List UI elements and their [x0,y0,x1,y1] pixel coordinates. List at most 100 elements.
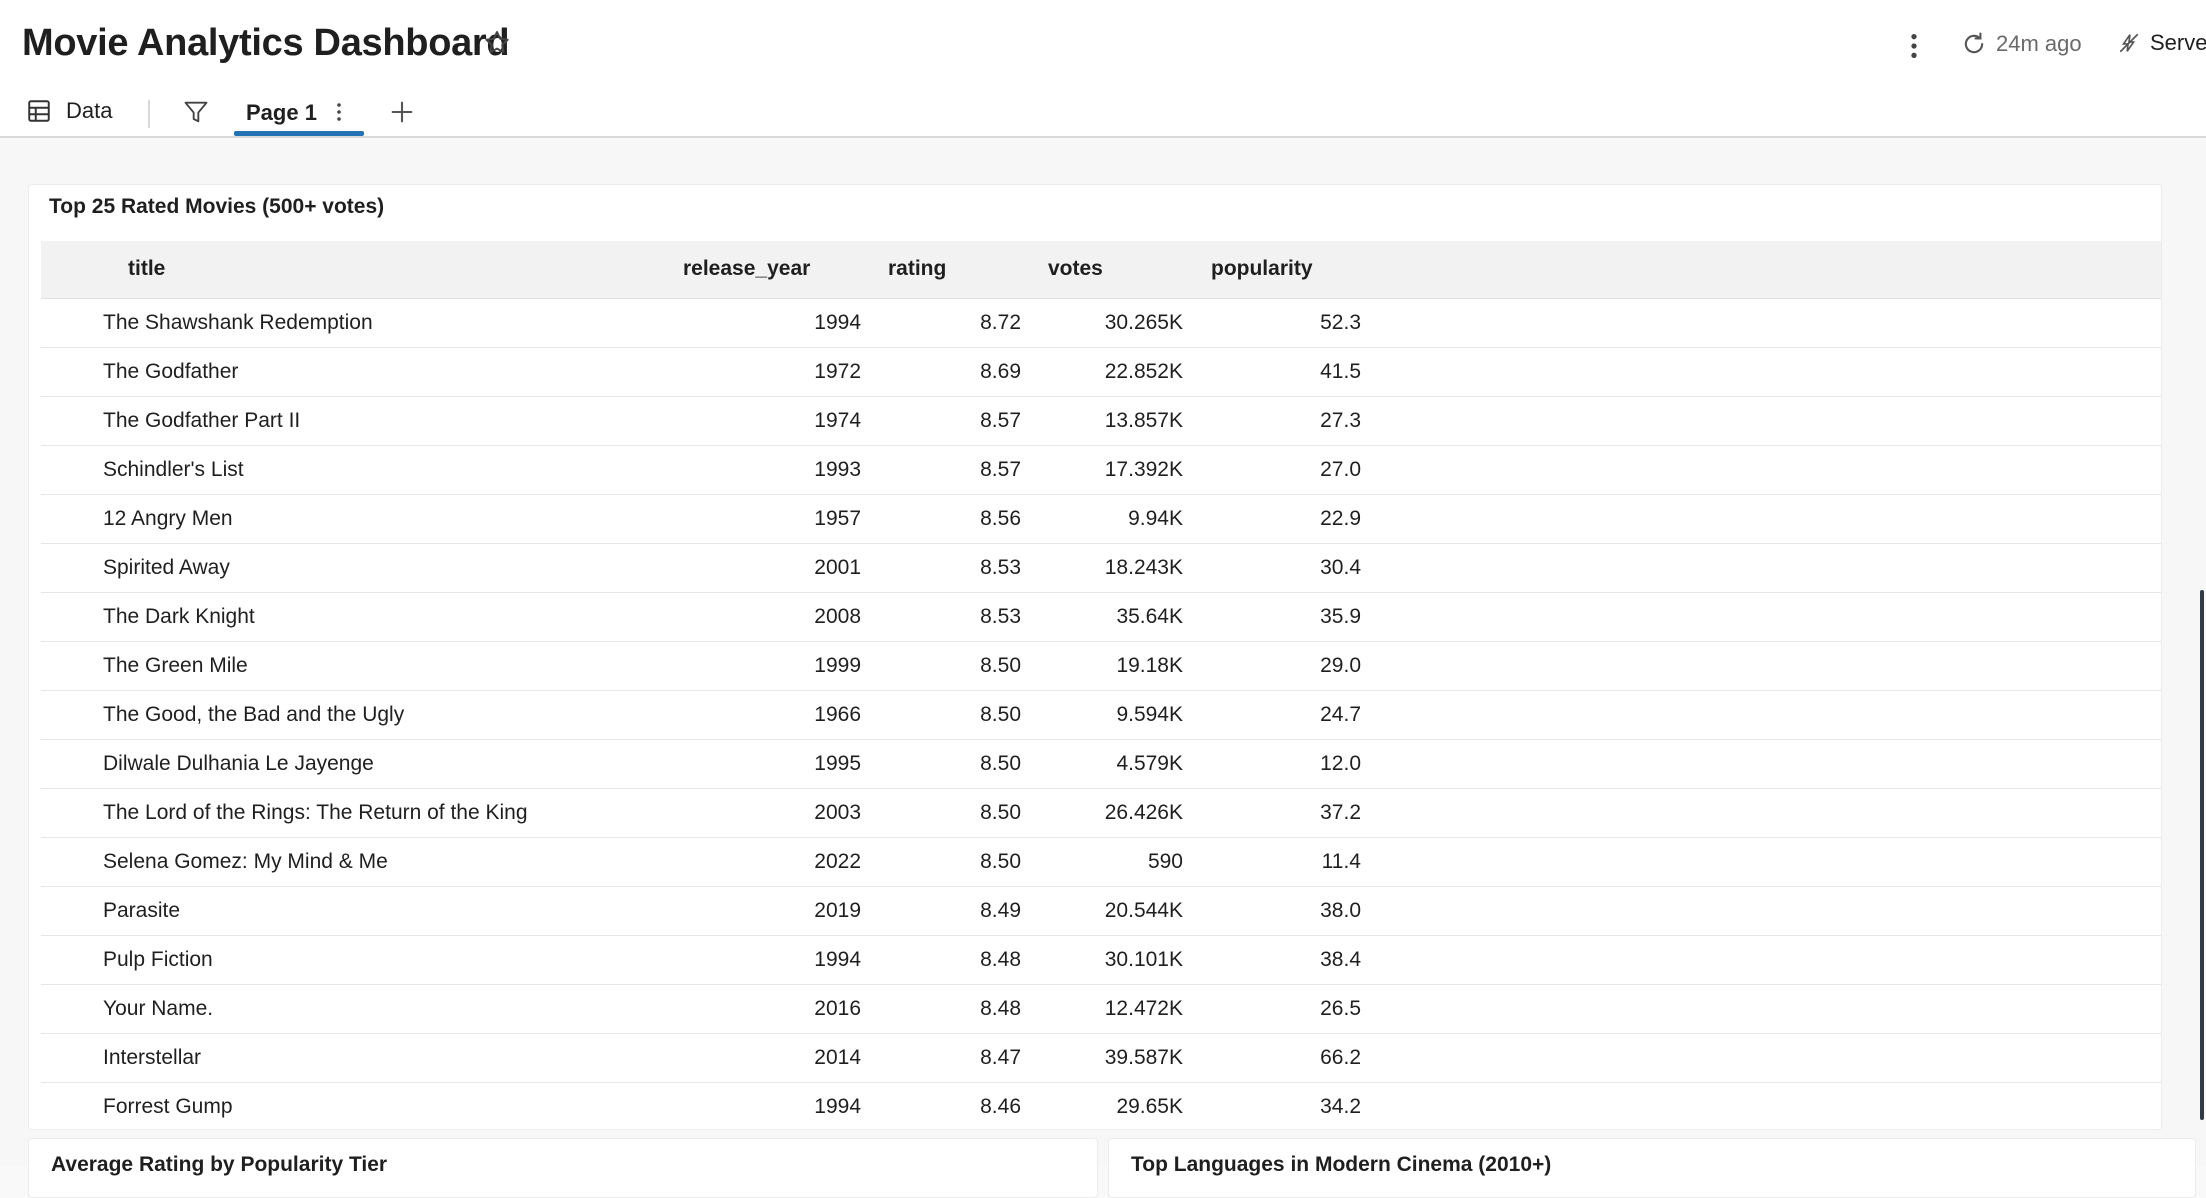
tab-bar: Data Page 1 [0,92,2206,138]
cell-rating: 8.56 [980,507,1021,530]
cell-popularity: 12.0 [1320,752,1361,775]
column-header-votes[interactable]: votes [1048,257,1103,281]
cell-popularity: 29.0 [1320,654,1361,677]
cell-popularity: 24.7 [1320,703,1361,726]
cell-title: Schindler's List [103,458,244,481]
table-row[interactable]: 12 Angry Men 1957 8.56 9.94K 22.9 [41,495,2161,544]
cell-votes: 26.426K [1104,801,1183,824]
cell-release-year: 1974 [814,409,861,432]
table-row[interactable]: Selena Gomez: My Mind & Me 2022 8.50 590 11.… [41,838,2161,887]
table-row[interactable]: The Godfather Part II 1974 8.57 13.857K 27.3 [41,397,2161,446]
column-header-release-year[interactable]: release_year [683,257,810,281]
cell-title: Parasite [103,899,181,922]
cell-popularity: 38.4 [1320,948,1361,971]
cell-votes: 13.857K [1104,409,1183,432]
cell-release-year: 1972 [814,360,861,383]
cell-title: Pulp Fiction [103,948,213,971]
cell-votes: 12.472K [1104,997,1183,1020]
table-row[interactable]: The Dark Knight 2008 8.53 35.64K 35.9 [41,593,2161,642]
cell-popularity: 34.2 [1320,1095,1361,1118]
cell-release-year: 1994 [814,311,861,334]
page-title: Movie Analytics Dashboard [22,22,510,64]
cell-title: The Dark Knight [103,605,255,628]
table-row[interactable]: Parasite 2019 8.49 20.544K 38.0 [41,887,2161,936]
cell-rating: 8.53 [980,556,1021,579]
table-row[interactable]: Pulp Fiction 1994 8.48 30.101K 38.4 [41,936,2161,985]
cell-popularity: 30.4 [1320,556,1361,579]
table-icon [28,100,50,122]
languages-card: Top Languages in Modern Cinema (2010+) [1108,1138,2196,1198]
server-off-icon [2119,33,2139,53]
star-icon[interactable] [482,28,512,58]
cell-votes: 30.265K [1104,311,1183,334]
cell-votes: 9.594K [1116,703,1183,726]
cell-popularity: 22.9 [1320,507,1361,530]
server-button[interactable]: Serve [2118,30,2206,56]
table-row[interactable]: The Godfather 1972 8.69 22.852K 41.5 [41,348,2161,397]
table-row[interactable]: The Good, the Bad and the Ugly 1966 8.50 9.… [41,691,2161,740]
cell-release-year: 1994 [814,1095,861,1118]
cell-votes: 590 [1147,850,1183,873]
cell-title: The Godfather Part II [103,409,301,432]
cell-popularity: 52.3 [1320,311,1361,334]
cell-rating: 8.53 [980,605,1021,628]
table-row[interactable]: The Green Mile 1999 8.50 19.18K 29.0 [41,642,2161,691]
cell-rating: 8.72 [980,311,1021,334]
cell-release-year: 2001 [814,556,861,579]
cell-title: The Lord of the Rings: The Return of the… [103,801,528,824]
scrollbar-thumb[interactable] [2200,590,2204,1120]
cell-votes: 22.852K [1104,360,1183,383]
tab-divider [148,100,150,128]
cell-rating: 8.50 [980,752,1021,775]
cell-release-year: 2008 [814,605,861,628]
cell-popularity: 11.4 [1321,850,1361,873]
cell-release-year: 2022 [814,850,861,873]
cell-rating: 8.69 [980,360,1021,383]
cell-release-year: 2014 [814,1046,861,1069]
cell-popularity: 66.2 [1320,1046,1361,1069]
tab-data[interactable]: Data [26,98,112,124]
table-body: The Shawshank Redemption 1994 8.72 30.265K 5… [41,299,2161,1129]
cell-rating: 8.50 [980,703,1021,726]
cell-release-year: 1995 [814,752,861,775]
cell-rating: 8.50 [980,654,1021,677]
popularity-tier-card: Average Rating by Popularity Tier [28,1138,1098,1198]
cell-release-year: 2003 [814,801,861,824]
table-row[interactable]: Forrest Gump 1994 8.46 29.65K 34.2 [41,1083,2161,1129]
table-row[interactable]: Schindler's List 1993 8.57 17.392K 27.0 [41,446,2161,495]
cell-title: Your Name. [103,997,214,1020]
cell-rating: 8.48 [980,948,1021,971]
table-row[interactable]: Spirited Away 2001 8.53 18.243K 30.4 [41,544,2161,593]
column-header-popularity[interactable]: popularity [1211,257,1313,281]
table-row[interactable]: Dilwale Dulhania Le Jayenge 1995 8.50 4.579… [41,740,2161,789]
cell-votes: 39.587K [1104,1046,1183,1069]
tab-kebab-icon[interactable] [330,100,348,124]
cell-title: Interstellar [103,1046,202,1069]
cell-votes: 30.101K [1104,948,1183,971]
cell-popularity: 41.5 [1320,360,1361,383]
cell-title: The Shawshank Redemption [103,311,373,334]
tab-page-1[interactable]: Page 1 [234,92,364,136]
cell-votes: 9.94K [1128,507,1183,530]
column-header-title[interactable]: title [128,257,165,281]
kebab-icon[interactable] [1902,30,1926,62]
refresh-icon [1964,32,1984,54]
filter-icon[interactable] [182,98,210,126]
refresh-button[interactable]: 24m ago [1960,30,2082,58]
table-row[interactable]: Interstellar 2014 8.47 39.587K 66.2 [41,1034,2161,1083]
cell-title: Selena Gomez: My Mind & Me [103,850,388,873]
cell-popularity: 37.2 [1320,801,1361,824]
cell-popularity: 35.9 [1320,605,1361,628]
dashboard-header: Movie Analytics Dashboard 24m ago Serve … [0,0,2206,138]
cell-rating: 8.50 [980,850,1021,873]
plus-icon[interactable] [388,98,416,126]
table-row[interactable]: The Lord of the Rings: The Return of the… [41,789,2161,838]
cell-popularity: 26.5 [1320,997,1361,1020]
cell-release-year: 2019 [814,899,861,922]
table-row[interactable]: Your Name. 2016 8.48 12.472K 26.5 [41,985,2161,1034]
cell-title: The Good, the Bad and the Ugly [103,703,405,726]
column-header-rating[interactable]: rating [888,257,946,281]
table-row[interactable]: The Shawshank Redemption 1994 8.72 30.265K 5… [41,299,2161,348]
cell-title: Spirited Away [103,556,230,579]
cell-title: The Green Mile [103,654,248,677]
